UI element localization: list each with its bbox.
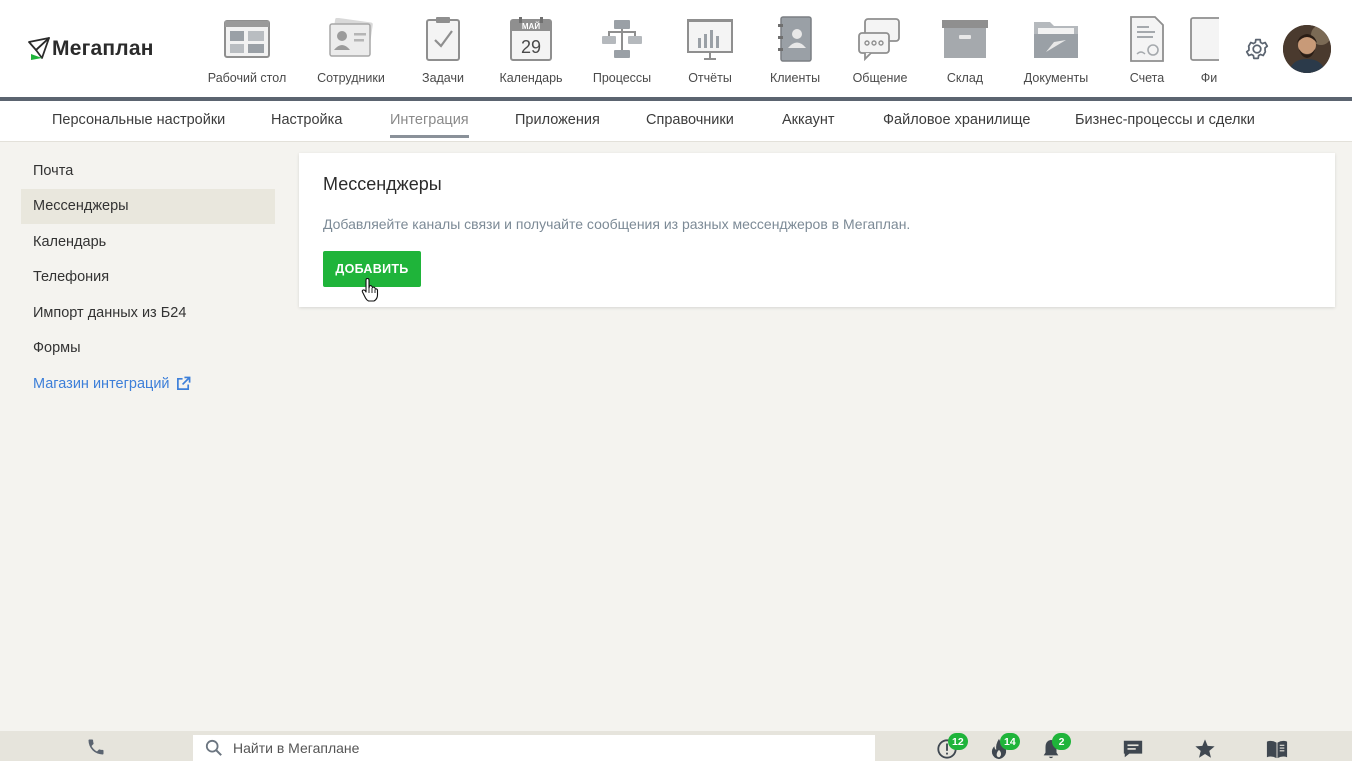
calendar-month: МАЙ [522, 22, 540, 31]
favorites-button[interactable] [1193, 738, 1217, 760]
module-clients[interactable]: Клиенты [760, 0, 830, 97]
megaplan-logo[interactable]: Мегаплан [28, 35, 154, 63]
calendar-icon: МАЙ 29 [507, 16, 555, 62]
sidebar-item-import-b24[interactable]: Импорт данных из Б24 [21, 295, 275, 331]
subnav-integration[interactable]: Интеграция [390, 112, 469, 138]
module-employees[interactable]: Сотрудники [294, 0, 408, 97]
hot-button[interactable]: 14 [987, 733, 1020, 760]
sidebar-item-calendar[interactable]: Календарь [21, 224, 275, 260]
employees-icon [327, 16, 375, 62]
module-tasks[interactable]: Задачи [408, 0, 478, 97]
logo-text: Мегаплан [52, 37, 154, 60]
sidebar-item-integration-store[interactable]: Магазин интеграций [21, 366, 275, 402]
module-label: Документы [1023, 71, 1089, 85]
module-label: Клиенты [769, 71, 821, 85]
subnav-file-storage[interactable]: Файловое хранилище [883, 112, 1030, 128]
module-reports[interactable]: Отчёты [660, 0, 760, 97]
documents-icon [1032, 16, 1080, 62]
messengers-card: Мессенджеры Добавляейте каналы связи и п… [299, 153, 1335, 307]
notifications-badge: 2 [1052, 733, 1071, 750]
global-search[interactable] [193, 735, 875, 761]
phone-icon[interactable] [85, 737, 107, 757]
module-label: Фи [1200, 71, 1218, 85]
subnav-applications[interactable]: Приложения [515, 112, 600, 128]
settings-subnav: Персональные настройки Настройка Интегра… [0, 101, 1352, 142]
message-icon [1123, 740, 1143, 758]
clients-icon [771, 16, 819, 62]
warehouse-icon [941, 16, 989, 62]
search-icon [205, 739, 222, 756]
integration-sidebar: Почта Мессенджеры Календарь Телефония Им… [21, 153, 275, 402]
module-bar: Рабочий стол Сотрудники Задачи МАЙ 29 Ка… [200, 0, 1219, 97]
invoices-icon [1123, 16, 1171, 62]
subnav-business-processes[interactable]: Бизнес-процессы и сделки [1075, 112, 1255, 128]
search-input[interactable] [233, 740, 833, 756]
sidebar-item-messengers[interactable]: Мессенджеры [21, 188, 275, 224]
calendar-day: 29 [521, 37, 541, 57]
tasks-icon [419, 16, 467, 62]
module-label: Склад [946, 71, 984, 85]
sidebar-item-forms[interactable]: Формы [21, 331, 275, 367]
external-link-icon [176, 376, 191, 391]
module-calendar[interactable]: МАЙ 29 Календарь [478, 0, 584, 97]
module-desktop[interactable]: Рабочий стол [200, 0, 294, 97]
finance-icon [1185, 16, 1219, 62]
integration-store-label: Магазин интеграций [33, 375, 170, 392]
bottom-bar: 12 14 2 [0, 731, 1352, 761]
alerts-badge: 12 [948, 733, 968, 750]
module-label: Календарь [499, 71, 563, 85]
star-icon [1195, 739, 1215, 758]
knowledge-base-button[interactable] [1265, 738, 1289, 760]
processes-icon [598, 16, 646, 62]
module-label: Общение [852, 71, 908, 85]
module-label: Процессы [592, 71, 652, 85]
card-title: Мессенджеры [323, 174, 442, 194]
paper-plane-logo-icon [28, 37, 50, 60]
subnav-account[interactable]: Аккаунт [782, 112, 834, 128]
module-communication[interactable]: Общение [830, 0, 930, 97]
module-documents[interactable]: Документы [1000, 0, 1112, 97]
settings-gear-icon[interactable] [1244, 36, 1270, 62]
sidebar-item-mail[interactable]: Почта [21, 153, 275, 189]
card-description: Добавляейте каналы связи и получайте соо… [323, 216, 911, 232]
desktop-icon [223, 16, 271, 62]
module-label: Сотрудники [317, 71, 385, 85]
alerts-button[interactable]: 12 [935, 733, 968, 760]
sidebar-item-telephony[interactable]: Телефония [21, 260, 275, 296]
module-finance[interactable]: Фи [1182, 0, 1219, 97]
subnav-directories[interactable]: Справочники [646, 112, 734, 128]
module-label: Задачи [422, 71, 464, 85]
messages-button[interactable] [1121, 738, 1145, 760]
subnav-personal-settings[interactable]: Персональные настройки [52, 112, 225, 128]
module-label: Счета [1129, 71, 1165, 85]
reports-icon [686, 16, 734, 62]
user-avatar[interactable] [1283, 25, 1331, 73]
top-header: Мегаплан Рабочий стол Сотрудники Задачи [0, 0, 1352, 97]
chat-icon [856, 16, 904, 62]
module-invoices[interactable]: Счета [1112, 0, 1182, 97]
module-label: Рабочий стол [207, 71, 287, 85]
hot-badge: 14 [1000, 733, 1020, 750]
module-warehouse[interactable]: Склад [930, 0, 1000, 97]
module-processes[interactable]: Процессы [584, 0, 660, 97]
module-label: Отчёты [688, 71, 732, 85]
book-icon [1266, 740, 1288, 759]
add-button[interactable]: ДОБАВИТЬ [323, 251, 421, 287]
notifications-button[interactable]: 2 [1039, 733, 1071, 760]
subnav-settings[interactable]: Настройка [271, 112, 342, 128]
